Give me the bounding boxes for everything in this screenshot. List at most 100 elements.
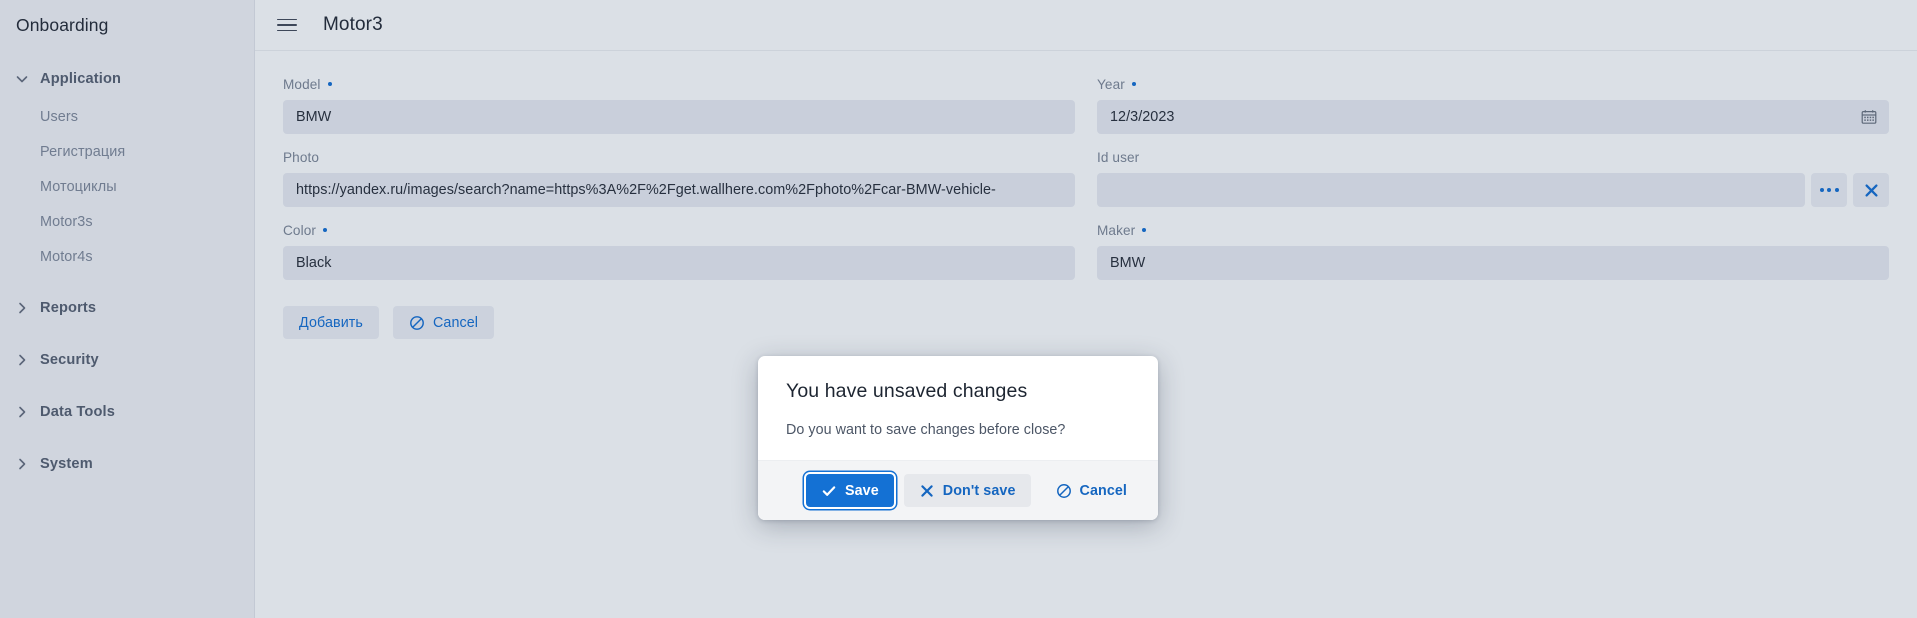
dialog-dont-save-button[interactable]: Don't save — [903, 474, 1031, 507]
chevron-down-icon — [14, 71, 30, 87]
sidebar-item-label: Мотоциклы — [40, 178, 117, 195]
form-content: Model BMW Year 12/3/2023 Photo https://y… — [255, 51, 1917, 618]
field-model-input-wrap: BMW — [283, 100, 1075, 134]
dialog-dont-save-label: Don't save — [942, 482, 1016, 499]
sidebar-group-label: Security — [40, 352, 99, 368]
sidebar-group-system[interactable]: System — [0, 446, 254, 482]
dialog-body: You have unsaved changes Do you want to … — [758, 356, 1158, 460]
ban-circle-icon — [409, 315, 425, 331]
field-year-input-wrap: 12/3/2023 — [1097, 100, 1889, 134]
field-maker: Maker BMW — [1097, 221, 1889, 280]
sidebar-item-users[interactable]: Users — [0, 99, 254, 134]
field-id-user: Id user — [1097, 148, 1889, 207]
required-indicator-icon — [1131, 82, 1136, 86]
sidebar-group-label: Application — [40, 71, 122, 87]
field-model-label: Model — [283, 75, 1075, 93]
chevron-right-icon — [14, 352, 30, 368]
color-input[interactable]: Black — [283, 246, 1075, 280]
field-id-user-input-wrap — [1097, 173, 1889, 207]
photo-input-value: https://yandex.ru/images/search?name=htt… — [296, 182, 996, 198]
photo-input[interactable]: https://yandex.ru/images/search?name=htt… — [283, 173, 1075, 207]
page-title: Motor3 — [323, 14, 383, 35]
sidebar-nav: Application Users Регистрация Мотоциклы … — [0, 51, 254, 482]
form-actions: Добавить Cancel — [283, 306, 1889, 339]
sidebar-item-registratsiya[interactable]: Регистрация — [0, 134, 254, 169]
check-icon — [821, 483, 837, 499]
close-x-icon — [1863, 182, 1880, 199]
sidebar: Onboarding Application Users Регистрация… — [0, 0, 255, 618]
field-year-label: Year — [1097, 75, 1889, 93]
sidebar-item-label: Регистрация — [40, 143, 126, 160]
submit-button-label: Добавить — [299, 314, 363, 331]
field-color-label: Color — [283, 221, 1075, 239]
field-maker-input-wrap: BMW — [1097, 246, 1889, 280]
sidebar-group-reports[interactable]: Reports — [0, 290, 254, 326]
sidebar-item-label: Motor3s — [40, 213, 93, 230]
label-text: Color — [283, 222, 316, 238]
entity-form: Model BMW Year 12/3/2023 Photo https://y… — [283, 75, 1889, 294]
sidebar-group-label: Data Tools — [40, 404, 116, 420]
topbar: Motor3 — [255, 0, 1917, 51]
calendar-icon[interactable] — [1860, 108, 1878, 126]
sidebar-item-mototsikly[interactable]: Мотоциклы — [0, 169, 254, 204]
dialog-title: You have unsaved changes — [786, 380, 1028, 402]
close-x-icon — [919, 483, 935, 499]
sidebar-group-application[interactable]: Application — [0, 61, 254, 97]
sidebar-item-label: Motor4s — [40, 248, 93, 265]
ban-circle-icon — [1056, 483, 1072, 499]
app-root: Onboarding Application Users Регистрация… — [0, 0, 1917, 618]
label-text: Maker — [1097, 222, 1136, 238]
id-user-lookup-button[interactable] — [1811, 173, 1847, 207]
label-text: Year — [1097, 76, 1125, 92]
field-model: Model BMW — [283, 75, 1075, 134]
dialog-save-label: Save — [844, 482, 879, 499]
field-photo: Photo https://yandex.ru/images/search?na… — [283, 148, 1075, 207]
dialog-save-button[interactable]: Save — [805, 474, 894, 507]
cancel-button-label: Cancel — [432, 314, 479, 331]
field-photo-input-wrap: https://yandex.ru/images/search?name=htt… — [283, 173, 1075, 207]
sidebar-item-label: Users — [40, 108, 79, 125]
required-indicator-icon — [1142, 228, 1147, 232]
unsaved-changes-dialog: You have unsaved changes Do you want to … — [758, 356, 1158, 520]
field-color: Color Black — [283, 221, 1075, 280]
sidebar-group-data-tools[interactable]: Data Tools — [0, 394, 254, 430]
chevron-right-icon — [14, 456, 30, 472]
label-text: Id user — [1097, 149, 1140, 165]
ellipsis-icon — [1819, 188, 1839, 192]
field-color-input-wrap: Black — [283, 246, 1075, 280]
submit-button[interactable]: Добавить — [283, 306, 379, 339]
sidebar-item-motor4s[interactable]: Motor4s — [0, 239, 254, 274]
required-indicator-icon — [322, 228, 327, 232]
maker-input[interactable]: BMW — [1097, 246, 1889, 280]
color-input-value: Black — [296, 255, 332, 271]
id-user-clear-button[interactable] — [1853, 173, 1889, 207]
field-year: Year 12/3/2023 — [1097, 75, 1889, 134]
app-brand: Onboarding — [16, 15, 109, 35]
field-id-user-label: Id user — [1097, 148, 1889, 166]
cancel-button[interactable]: Cancel — [392, 306, 495, 339]
required-indicator-icon — [327, 82, 332, 86]
maker-input-value: BMW — [1110, 255, 1146, 271]
sidebar-group-application-children: Users Регистрация Мотоциклы Motor3s Moto… — [0, 97, 254, 274]
year-input[interactable]: 12/3/2023 — [1097, 100, 1889, 134]
chevron-right-icon — [14, 404, 30, 420]
field-maker-label: Maker — [1097, 221, 1889, 239]
sidebar-item-motor3s[interactable]: Motor3s — [0, 204, 254, 239]
hamburger-menu-icon[interactable] — [277, 14, 299, 36]
dialog-cancel-label: Cancel — [1079, 482, 1127, 499]
dialog-footer: Save Don't save Cancel — [758, 460, 1158, 520]
model-input-value: BMW — [296, 109, 332, 125]
sidebar-group-security[interactable]: Security — [0, 342, 254, 378]
model-input[interactable]: BMW — [283, 100, 1075, 134]
id-user-input[interactable] — [1097, 173, 1805, 207]
dialog-cancel-button[interactable]: Cancel — [1040, 474, 1142, 507]
field-photo-label: Photo — [283, 148, 1075, 166]
sidebar-group-label: System — [40, 456, 93, 472]
year-input-value: 12/3/2023 — [1110, 109, 1175, 125]
main-area: Motor3 Model BMW Year 12/3/2023 Photo ht… — [255, 0, 1917, 618]
chevron-right-icon — [14, 300, 30, 316]
